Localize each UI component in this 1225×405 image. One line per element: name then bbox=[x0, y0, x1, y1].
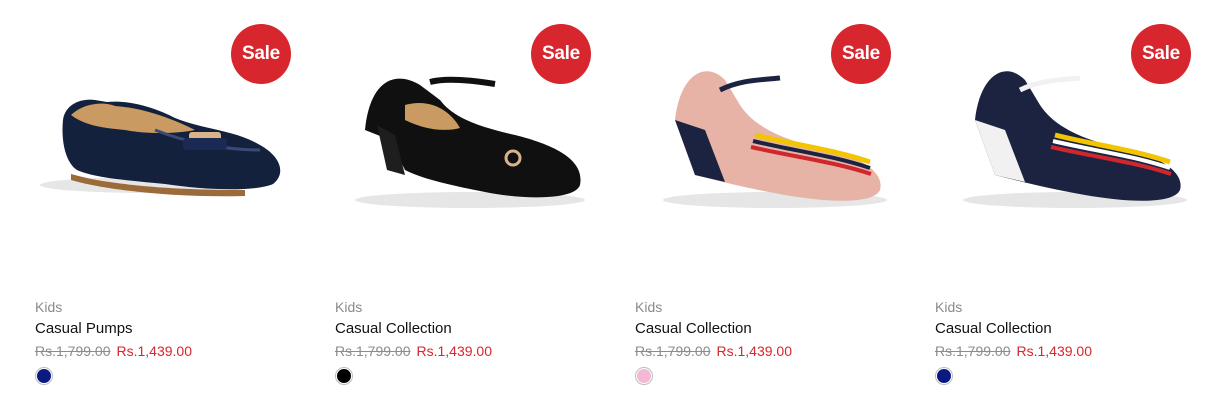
color-swatch[interactable] bbox=[35, 367, 53, 385]
sale-badge: Sale bbox=[831, 24, 891, 84]
product-image-link[interactable]: Sale bbox=[35, 0, 297, 280]
original-price: Rs.1,799.00 bbox=[635, 343, 711, 359]
sale-badge: Sale bbox=[531, 24, 591, 84]
sale-price: Rs.1,439.00 bbox=[116, 343, 193, 359]
color-dot bbox=[37, 369, 51, 383]
product-title[interactable]: Casual Collection bbox=[635, 320, 752, 337]
product-title[interactable]: Casual Collection bbox=[335, 320, 452, 337]
sale-price: Rs.1,439.00 bbox=[1016, 343, 1093, 359]
color-swatch[interactable] bbox=[935, 367, 953, 385]
product-category: Kids bbox=[635, 299, 663, 315]
original-price: Rs.1,799.00 bbox=[935, 343, 1011, 359]
price-row: Rs.1,799.00 Rs.1,439.00 bbox=[935, 343, 1092, 359]
color-dot bbox=[637, 369, 651, 383]
product-category: Kids bbox=[335, 299, 363, 315]
product-title[interactable]: Casual Pumps bbox=[35, 320, 133, 337]
sale-price: Rs.1,439.00 bbox=[716, 343, 793, 359]
product-category: Kids bbox=[35, 299, 63, 315]
price-row: Rs.1,799.00 Rs.1,439.00 bbox=[635, 343, 792, 359]
product-category: Kids bbox=[935, 299, 963, 315]
product-image-link[interactable]: Sale bbox=[935, 0, 1197, 280]
product-card: Sale Kids Casual Collection Rs.1,799.00 R… bbox=[300, 0, 600, 405]
product-title[interactable]: Casual Collection bbox=[935, 320, 1052, 337]
color-swatch[interactable] bbox=[335, 367, 353, 385]
sale-badge: Sale bbox=[1131, 24, 1191, 84]
price-row: Rs.1,799.00 Rs.1,439.00 bbox=[335, 343, 492, 359]
product-card: Sale Kids Casual Collection Rs.1,799.00 R… bbox=[900, 0, 1200, 405]
original-price: Rs.1,799.00 bbox=[35, 343, 111, 359]
sale-badge: Sale bbox=[231, 24, 291, 84]
product-image-link[interactable]: Sale bbox=[335, 0, 597, 280]
price-row: Rs.1,799.00 Rs.1,439.00 bbox=[35, 343, 192, 359]
color-dot bbox=[337, 369, 351, 383]
product-grid: Sale Kids Casual Pumps Rs.1,799.00 Rs.1,4… bbox=[0, 0, 1225, 405]
original-price: Rs.1,799.00 bbox=[335, 343, 411, 359]
sale-price: Rs.1,439.00 bbox=[416, 343, 493, 359]
color-swatch[interactable] bbox=[635, 367, 653, 385]
product-image-link[interactable]: Sale bbox=[635, 0, 897, 280]
product-card: Sale Kids Casual Collection Rs.1,799.00 R… bbox=[600, 0, 900, 405]
color-dot bbox=[937, 369, 951, 383]
product-card: Sale Kids Casual Pumps Rs.1,799.00 Rs.1,4… bbox=[0, 0, 300, 405]
